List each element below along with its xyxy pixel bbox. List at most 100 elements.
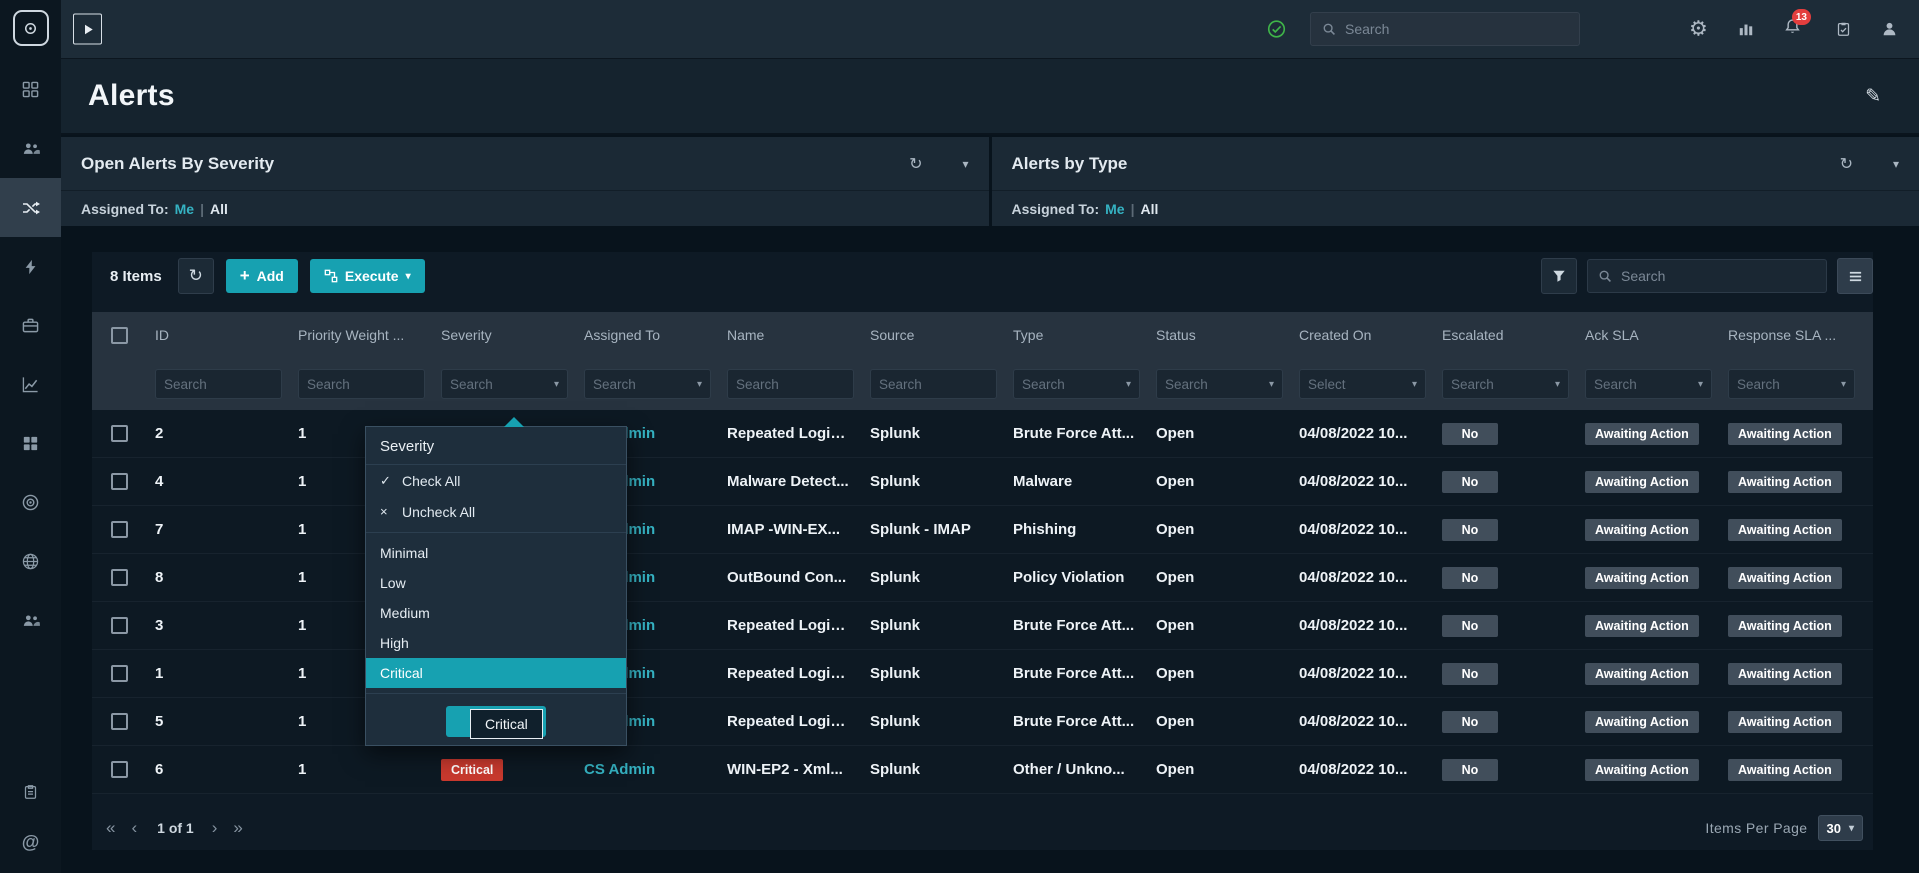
sidebar-item-users[interactable]	[0, 119, 61, 178]
row-checkbox[interactable]	[111, 425, 128, 442]
column-header-ack-sla[interactable]: Ack SLA	[1577, 327, 1720, 343]
column-header-priority-weight[interactable]: Priority Weight ...	[290, 327, 433, 343]
prev-page-button[interactable]: ‹	[131, 818, 137, 838]
assigned-all-link[interactable]: All	[210, 201, 228, 217]
first-page-button[interactable]: «	[106, 818, 115, 838]
row-checkbox[interactable]	[111, 713, 128, 730]
filter-input-priority-weight[interactable]	[298, 369, 425, 399]
row-checkbox[interactable]	[111, 761, 128, 778]
escalated-badge: No	[1442, 566, 1498, 589]
sidebar-item-tasks[interactable]	[0, 767, 61, 817]
next-page-button[interactable]: ›	[212, 818, 218, 838]
row-checkbox[interactable]	[111, 569, 128, 586]
column-header-id[interactable]: ID	[147, 327, 290, 343]
grid-search-input[interactable]	[1621, 268, 1816, 284]
filter-button[interactable]	[1541, 258, 1577, 294]
columns-menu-button[interactable]	[1837, 258, 1873, 294]
column-header-severity[interactable]: Severity	[433, 327, 576, 343]
sidebar-item-apps[interactable]	[0, 414, 61, 473]
severity-option-critical[interactable]: Critical	[366, 658, 626, 688]
assigned-me-link[interactable]: Me	[175, 201, 194, 217]
row-checkbox[interactable]	[111, 617, 128, 634]
grid-refresh-button[interactable]: ↻	[177, 258, 214, 294]
severity-option-minimal[interactable]: Minimal	[366, 538, 626, 568]
items-per-page-value: 30	[1826, 820, 1841, 836]
sidebar-expand-button[interactable]	[73, 13, 102, 45]
column-header-created-on[interactable]: Created On	[1291, 327, 1434, 343]
edit-page-button[interactable]: ✎	[1865, 85, 1881, 108]
response-sla-cell: Awaiting Action	[1720, 614, 1863, 637]
assigned-all-link[interactable]: All	[1141, 201, 1159, 217]
row-checkbox[interactable]	[111, 521, 128, 538]
severity-option-high[interactable]: High	[366, 628, 626, 658]
table-row[interactable]: 81CS AdminOutBound Con...SplunkPolicy Vi…	[92, 554, 1873, 602]
assigned-to-link[interactable]: CS Admin	[584, 761, 655, 778]
settings-button[interactable]: ⚙	[1689, 17, 1708, 42]
filter-select-escalated[interactable]: Search ▾	[1442, 369, 1569, 399]
table-row[interactable]: 51CriticalCS AdminRepeated Login ...Splu…	[92, 698, 1873, 746]
sidebar-item-cases[interactable]	[0, 296, 61, 355]
add-button[interactable]: + Add	[225, 259, 298, 293]
last-page-button[interactable]: »	[233, 818, 242, 838]
column-header-response-sla[interactable]: Response SLA ...	[1720, 327, 1863, 343]
table-row[interactable]: 31CS AdminRepeated Login ...SplunkBrute …	[92, 602, 1873, 650]
modules-button[interactable]	[1738, 21, 1754, 37]
column-header-type[interactable]: Type	[1005, 327, 1148, 343]
items-per-page-label: Items Per Page	[1705, 820, 1808, 836]
assigned-me-link[interactable]: Me	[1105, 201, 1124, 217]
sidebar-item-web[interactable]	[0, 532, 61, 591]
sidebar-item-mentions[interactable]: @	[0, 817, 61, 867]
column-header-name[interactable]: Name	[719, 327, 862, 343]
severity-option-low[interactable]: Low	[366, 568, 626, 598]
id-cell: 4	[155, 473, 164, 490]
filter-input-name[interactable]	[727, 369, 854, 399]
column-header-source[interactable]: Source	[862, 327, 1005, 343]
column-header-escalated[interactable]: Escalated	[1434, 327, 1577, 343]
notifications-button[interactable]: 13	[1784, 9, 1811, 40]
widget-refresh-icon[interactable]: ↻	[909, 154, 922, 174]
execute-button[interactable]: Execute ▾	[309, 259, 425, 293]
filter-select-response-sla[interactable]: Search ▾	[1728, 369, 1855, 399]
filter-select-ack-sla[interactable]: Search ▾	[1585, 369, 1712, 399]
filter-select-assigned-to[interactable]: Search ▾	[584, 369, 711, 399]
profile-button[interactable]	[1881, 21, 1898, 38]
column-header-status[interactable]: Status	[1148, 327, 1291, 343]
sidebar-item-alerts[interactable]	[0, 178, 61, 237]
sidebar-item-team[interactable]	[0, 591, 61, 650]
row-checkbox[interactable]	[111, 473, 128, 490]
approvals-button[interactable]	[1836, 21, 1851, 37]
ack-sla-cell: Awaiting Action	[1577, 566, 1720, 589]
filter-select-type[interactable]: Search ▾	[1013, 369, 1140, 399]
items-per-page-select[interactable]: 30 ▾	[1817, 815, 1863, 841]
filter-select-status[interactable]: Search ▾	[1156, 369, 1283, 399]
global-search-input[interactable]	[1345, 21, 1568, 37]
table-row[interactable]: 41CS AdminMalware Detect...SplunkMalware…	[92, 458, 1873, 506]
sidebar-item-dashboard[interactable]	[0, 60, 61, 119]
health-status-icon[interactable]	[1267, 20, 1286, 39]
filter-input-source[interactable]	[870, 369, 997, 399]
table-row[interactable]: 71CS AdminIMAP -WIN-EX...Splunk - IMAPPh…	[92, 506, 1873, 554]
widget-refresh-icon[interactable]: ↻	[1840, 154, 1853, 174]
table-row[interactable]: 11CS AdminRepeated Login ...SplunkBrute …	[92, 650, 1873, 698]
chevron-down-icon[interactable]: ▾	[1893, 157, 1899, 171]
table-row[interactable]: 21CS AdminRepeated Login ...SplunkBrute …	[92, 410, 1873, 458]
sidebar-item-incidents[interactable]	[0, 237, 61, 296]
response-sla-badge: Awaiting Action	[1728, 422, 1842, 445]
select-all-checkbox[interactable]	[111, 326, 128, 344]
filter-placeholder: Search	[450, 376, 493, 392]
filter-placeholder: Select	[1308, 376, 1346, 392]
filter-select-created-on[interactable]: Select ▾	[1299, 369, 1426, 399]
sidebar-item-reports[interactable]	[0, 355, 61, 414]
uncheck-all-option[interactable]: × Uncheck All	[366, 496, 626, 527]
check-all-option[interactable]: ✓ Check All	[366, 465, 626, 496]
table-row[interactable]: 6 1 Critical CS Admin WIN-EP2 - Xml... Splunk…	[92, 746, 1873, 794]
chevron-down-icon[interactable]: ▾	[962, 157, 968, 171]
sidebar-item-threat-intel[interactable]	[0, 473, 61, 532]
response-sla-badge: Awaiting Action	[1728, 470, 1842, 493]
app-logo[interactable]	[12, 10, 49, 46]
filter-input-id[interactable]	[155, 369, 282, 399]
filter-select-severity[interactable]: Search ▾	[441, 369, 568, 399]
column-header-assigned-to[interactable]: Assigned To	[576, 327, 719, 343]
row-checkbox[interactable]	[111, 665, 128, 682]
severity-option-medium[interactable]: Medium	[366, 598, 626, 628]
